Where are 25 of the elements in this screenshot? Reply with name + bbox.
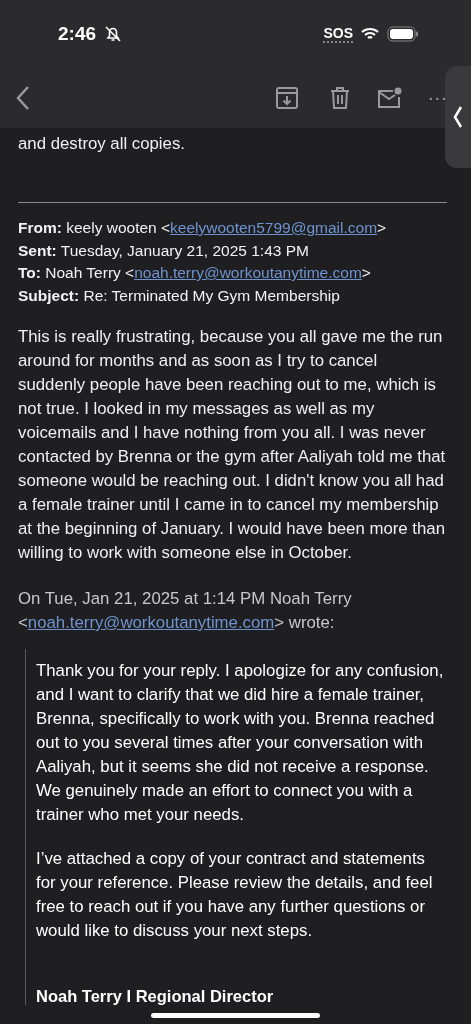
quote-attribution: On Tue, Jan 21, 2025 at 1:14 PM Noah Terry <noah.terry@workoutanytime.com> wrote: xyxy=(18,588,353,634)
header-field: Sent: Tuesday, January 21, 2025 1:43 PM xyxy=(18,239,447,262)
email-paragraph: This is really frustrating, because you all gave me the run around for months and as soon as I try to cancel suddenly people have been reaching out to me, which is not true. I looked in my messages as well as my voicemails and I have nothing from you all. I was never contacted by Brenna or the gym after Aaliyah told me that someone would be reaching out. I didn't know you all had a female trainer until I came in to cancel my membership at the beginning of January. I would have been more than willing to work with someone else in October. xyxy=(18,326,447,564)
clock-time: 2:46 xyxy=(58,23,97,45)
battery-icon xyxy=(387,26,419,42)
email-link[interactable]: noah.terry@workoutanytime.com xyxy=(134,264,362,281)
email-link[interactable]: keelywooten5799@gmail.com xyxy=(170,219,378,236)
wifi-icon xyxy=(361,27,379,41)
more-button[interactable]: ... xyxy=(428,81,448,105)
chevron-icon xyxy=(453,105,463,129)
bell-slash-icon xyxy=(104,25,123,43)
quoted-paragraph: Thank you for your reply. I apologize for any confusion, and I want to clarify that we did hire a female trainer, Brenna, specifically to work with you. Brenna reached out to you several times after your conversation with Aaliyah, but it seems she did not receive a response. We genuinely made an effort to connect you with a trainer who met your needs. xyxy=(36,660,445,826)
header-field: Subject: Re: Terminated My Gym Membership xyxy=(18,284,447,307)
email-text: and destroy all copies. xyxy=(18,133,186,155)
quoted-paragraph: I’ve attached a copy of your contract and statements for your reference. Please review the details, and feel free to reach out if you have any further questions or would like to discuss your next steps. xyxy=(36,848,434,942)
back-button[interactable] xyxy=(16,85,30,111)
sos-label: SOS xyxy=(323,25,353,43)
header-field: From: keely wooten <keelywooten5799@gmail.com> xyxy=(18,217,447,240)
side-panel-tab[interactable] xyxy=(445,66,471,168)
signature: Noah Terry I Regional Director xyxy=(36,987,274,1005)
delete-button[interactable] xyxy=(330,87,350,109)
mark-unread-button[interactable] xyxy=(378,87,402,109)
email-link[interactable]: noah.terry@workoutanytime.com xyxy=(27,613,275,632)
header-field: To: Noah Terry <noah.terry@workoutanytime.com> xyxy=(18,262,447,285)
archive-button[interactable] xyxy=(276,87,298,109)
